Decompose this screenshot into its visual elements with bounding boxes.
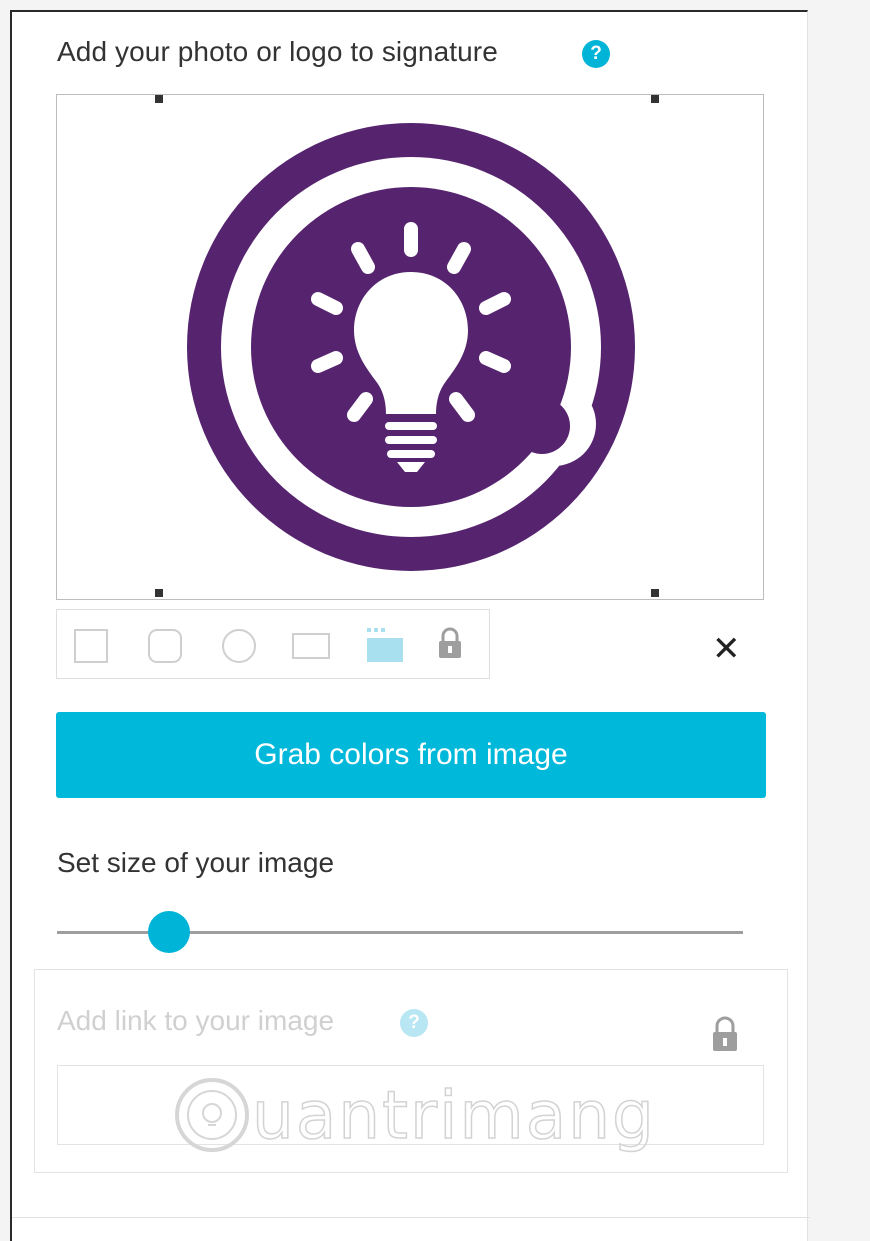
shape-toolbar xyxy=(56,609,490,679)
square-shape-icon[interactable] xyxy=(73,628,109,664)
lock-icon xyxy=(439,627,461,658)
signature-image-panel: Add your photo or logo to signature ? ✕ … xyxy=(10,10,810,1241)
divider xyxy=(12,1217,810,1218)
crop-handle-top-right[interactable] xyxy=(651,95,659,103)
remove-image-icon[interactable]: ✕ xyxy=(712,632,741,666)
rounded-square-shape-icon[interactable] xyxy=(147,628,183,664)
grab-colors-button[interactable]: Grab colors from image xyxy=(56,712,766,798)
help-icon[interactable]: ? xyxy=(400,1009,428,1037)
photo-section-title: Add your photo or logo to signature xyxy=(57,36,498,67)
lock-icon xyxy=(713,1016,737,1051)
watermark-text: uantrimang xyxy=(251,1076,656,1155)
size-section-title: Set size of your image xyxy=(57,847,335,878)
size-slider-thumb[interactable] xyxy=(148,911,190,953)
watermark-logo-icon xyxy=(175,1078,249,1152)
crop-handle-bottom-right[interactable] xyxy=(651,589,659,597)
original-image-icon[interactable] xyxy=(365,624,405,664)
circle-shape-icon[interactable] xyxy=(221,628,257,664)
watermark: uantrimang xyxy=(172,1075,655,1160)
link-section-title: Add link to your image xyxy=(57,1005,335,1036)
rectangle-shape-icon[interactable] xyxy=(291,632,331,660)
crop-handle-top-left[interactable] xyxy=(155,95,163,103)
crop-handle-bottom-left[interactable] xyxy=(155,589,163,597)
lightbulb-q-logo xyxy=(187,123,635,571)
help-icon[interactable]: ? xyxy=(582,40,610,68)
